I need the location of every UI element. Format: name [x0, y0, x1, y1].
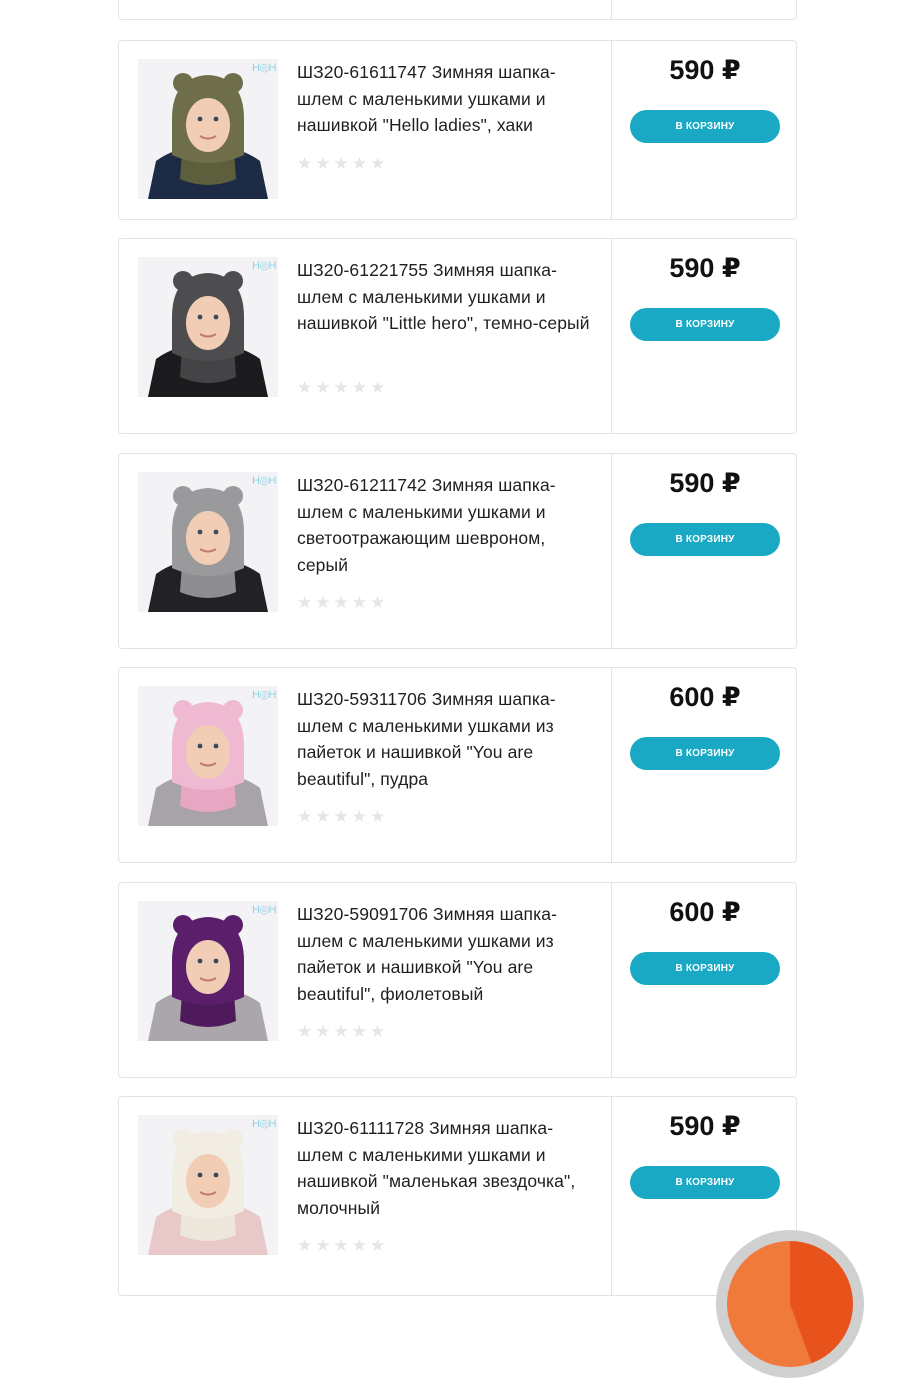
- star-icon: ★: [351, 1236, 367, 1255]
- rating-stars: ★ ★ ★ ★ ★: [297, 1237, 385, 1255]
- star-icon: ★: [370, 807, 386, 826]
- product-card[interactable]: Н◎Н ШЗ20-61221755 Зимняя шапка-шлем с мал…: [118, 238, 797, 434]
- star-icon: ★: [370, 378, 386, 397]
- rating-stars: ★ ★ ★ ★ ★: [297, 808, 385, 826]
- scroll-top-icon: [727, 1241, 853, 1367]
- product-image[interactable]: Н◎Н: [138, 1115, 278, 1255]
- product-title[interactable]: ШЗ20-61221755 Зимняя шапка-шлем с малень…: [297, 257, 593, 337]
- brand-watermark-icon: Н◎Н: [252, 689, 277, 701]
- scroll-top-button[interactable]: [716, 1230, 864, 1378]
- product-price: 600 ₽: [669, 682, 741, 712]
- product-title[interactable]: ШЗ20-59311706 Зимняя шапка-шлем с малень…: [297, 686, 593, 792]
- star-icon: ★: [351, 378, 367, 397]
- product-price: 590 ₽: [669, 468, 741, 498]
- product-card[interactable]: Н◎Н ШЗ20-61611747 Зимняя шапка-шлем с мал…: [118, 40, 797, 220]
- product-price: 590 ₽: [669, 1111, 741, 1141]
- product-image[interactable]: Н◎Н: [138, 257, 278, 397]
- rating-stars: ★ ★ ★ ★ ★: [297, 155, 385, 173]
- add-to-cart-button[interactable]: В КОРЗИНУ: [630, 1166, 780, 1199]
- rating-stars: ★ ★ ★ ★ ★: [297, 594, 385, 612]
- star-icon: ★: [315, 154, 331, 173]
- brand-watermark-icon: Н◎Н: [252, 260, 277, 272]
- star-icon: ★: [297, 1236, 313, 1255]
- star-icon: ★: [333, 1022, 349, 1041]
- star-icon: ★: [333, 807, 349, 826]
- star-icon: ★: [315, 1022, 331, 1041]
- star-icon: ★: [297, 378, 313, 397]
- brand-watermark-icon: Н◎Н: [252, 1118, 277, 1130]
- add-to-cart-button[interactable]: В КОРЗИНУ: [630, 737, 780, 770]
- star-icon: ★: [351, 154, 367, 173]
- star-icon: ★: [333, 593, 349, 612]
- rating-stars: ★ ★ ★ ★ ★: [297, 1023, 385, 1041]
- add-to-cart-button[interactable]: В КОРЗИНУ: [630, 952, 780, 985]
- star-icon: ★: [370, 593, 386, 612]
- star-icon: ★: [315, 1236, 331, 1255]
- add-to-cart-button[interactable]: В КОРЗИНУ: [630, 308, 780, 341]
- product-card[interactable]: Н◎Н ШЗ20-61211742 Зимняя шапка-шлем с мал…: [118, 453, 797, 649]
- product-title[interactable]: ШЗ20-59091706 Зимняя шапка-шлем с малень…: [297, 901, 593, 1007]
- product-image[interactable]: Н◎Н: [138, 686, 278, 826]
- star-icon: ★: [297, 154, 313, 173]
- product-price: 590 ₽: [669, 253, 741, 283]
- star-icon: ★: [333, 154, 349, 173]
- product-title[interactable]: ШЗ20-61611747 Зимняя шапка-шлем с малень…: [297, 59, 593, 139]
- brand-watermark-icon: Н◎Н: [252, 475, 277, 487]
- product-price: 590 ₽: [669, 55, 741, 85]
- product-image[interactable]: Н◎Н: [138, 59, 278, 199]
- product-image[interactable]: Н◎Н: [138, 901, 278, 1041]
- star-icon: ★: [315, 807, 331, 826]
- product-title[interactable]: ШЗ20-61111728 Зимняя шапка-шлем с малень…: [297, 1115, 593, 1221]
- star-icon: ★: [333, 378, 349, 397]
- star-icon: ★: [297, 1022, 313, 1041]
- rating-stars: ★ ★ ★ ★ ★: [297, 379, 385, 397]
- star-icon: ★: [351, 807, 367, 826]
- star-icon: ★: [297, 593, 313, 612]
- star-icon: ★: [370, 1236, 386, 1255]
- star-icon: ★: [370, 154, 386, 173]
- add-to-cart-button[interactable]: В КОРЗИНУ: [630, 523, 780, 556]
- star-icon: ★: [370, 1022, 386, 1041]
- star-icon: ★: [297, 807, 313, 826]
- brand-watermark-icon: Н◎Н: [252, 904, 277, 916]
- brand-watermark-icon: Н◎Н: [252, 62, 277, 74]
- product-title[interactable]: ШЗ20-61211742 Зимняя шапка-шлем с малень…: [297, 472, 593, 578]
- product-card[interactable]: Н◎Н ШЗ20-59091706 Зимняя шапка-шлем с мал…: [118, 882, 797, 1078]
- add-to-cart-button[interactable]: В КОРЗИНУ: [630, 110, 780, 143]
- card-divider: [611, 0, 612, 19]
- product-image[interactable]: Н◎Н: [138, 472, 278, 612]
- product-card[interactable]: Н◎Н ШЗ20-59311706 Зимняя шапка-шлем с мал…: [118, 667, 797, 863]
- product-card[interactable]: Н◎Н ШЗ20-61111728 Зимняя шапка-шлем с мал…: [118, 1096, 797, 1296]
- star-icon: ★: [351, 593, 367, 612]
- star-icon: ★: [315, 593, 331, 612]
- product-price: 600 ₽: [669, 897, 741, 927]
- star-icon: ★: [351, 1022, 367, 1041]
- star-icon: ★: [315, 378, 331, 397]
- product-card-partial: [118, 0, 797, 20]
- star-icon: ★: [333, 1236, 349, 1255]
